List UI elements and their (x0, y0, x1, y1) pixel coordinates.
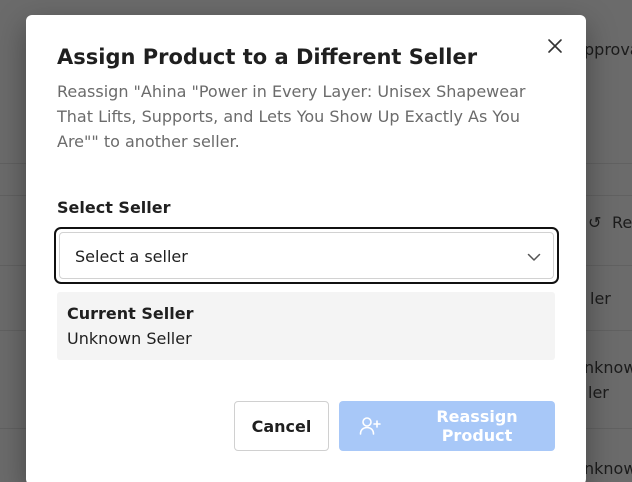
seller-select[interactable]: Select a seller (54, 227, 559, 284)
close-button[interactable] (544, 35, 566, 57)
select-seller-label: Select Seller (57, 198, 171, 217)
assign-seller-dialog: Assign Product to a Different Seller Rea… (26, 15, 586, 482)
current-seller-value: Unknown Seller (67, 329, 192, 348)
current-seller-panel: Current Seller Unknown Seller (57, 292, 555, 360)
reassign-product-button[interactable]: Reassign Product (339, 401, 555, 451)
current-seller-label: Current Seller (67, 304, 194, 323)
seller-select-value: Select a seller (75, 247, 188, 266)
dialog-title: Assign Product to a Different Seller (57, 45, 478, 69)
dialog-description: Reassign "Ahina "Power in Every Layer: U… (57, 82, 526, 151)
reassign-product-label: Reassign Product (436, 407, 518, 445)
close-icon (548, 39, 562, 53)
cancel-button[interactable]: Cancel (234, 401, 329, 451)
user-plus-icon (359, 417, 381, 435)
chevron-down-icon (527, 253, 541, 261)
